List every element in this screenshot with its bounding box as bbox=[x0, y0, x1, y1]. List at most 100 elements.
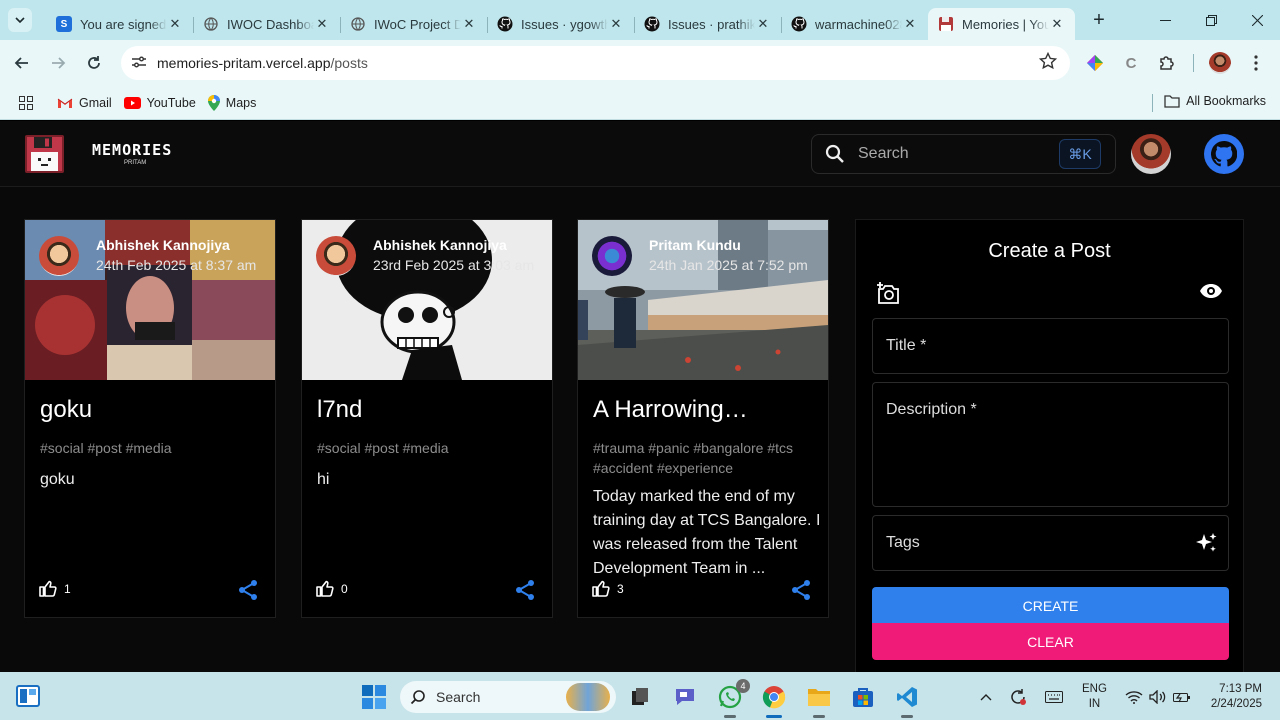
task-view-icon[interactable] bbox=[624, 681, 656, 713]
start-windows-icon[interactable] bbox=[362, 685, 386, 714]
title-field[interactable]: Title * bbox=[872, 318, 1229, 374]
lang-line2: IN bbox=[1088, 698, 1101, 710]
extensions-area: C bbox=[1077, 40, 1280, 86]
user-avatar[interactable] bbox=[1131, 134, 1171, 174]
close-tab-icon[interactable]: ✕ bbox=[1049, 16, 1065, 32]
like-button[interactable]: 0 bbox=[316, 580, 348, 597]
post-tags: #trauma #panic #bangalore #tcs #accident… bbox=[593, 440, 794, 476]
tags-label: Tags bbox=[886, 534, 920, 551]
microsoft-store-icon[interactable] bbox=[847, 681, 879, 713]
minimize-icon[interactable] bbox=[1142, 0, 1188, 40]
url-text: memories-pritam.vercel.app/posts bbox=[157, 55, 1026, 71]
share-icon[interactable] bbox=[514, 579, 536, 606]
search-input[interactable]: Search ⌘K bbox=[811, 134, 1116, 174]
close-tab-icon[interactable]: ✕ bbox=[167, 16, 183, 32]
bookmark-youtube[interactable]: YouTube bbox=[123, 96, 196, 110]
file-explorer-icon[interactable] bbox=[803, 681, 835, 718]
close-tab-icon[interactable]: ✕ bbox=[314, 16, 330, 32]
teams-chat-icon[interactable] bbox=[669, 681, 701, 713]
extension-c-icon[interactable]: C bbox=[1113, 45, 1149, 81]
close-tab-icon[interactable]: ✕ bbox=[608, 16, 624, 32]
tags-field[interactable]: Tags bbox=[872, 515, 1229, 571]
address-bar[interactable]: memories-pritam.vercel.app/posts bbox=[121, 46, 1070, 80]
site-info-icon[interactable] bbox=[121, 55, 157, 72]
github-button[interactable] bbox=[1204, 134, 1244, 174]
github-icon bbox=[497, 16, 513, 32]
bookmark-label: Maps bbox=[225, 95, 257, 110]
arrow-left-icon bbox=[14, 57, 28, 69]
running-indicator bbox=[813, 715, 825, 718]
github-icon bbox=[1211, 141, 1237, 167]
clear-button[interactable]: CLEAR bbox=[872, 623, 1229, 660]
sync-icon[interactable] bbox=[1002, 681, 1034, 713]
browser-tab[interactable]: Issues · prathik ✕ bbox=[634, 8, 781, 40]
browser-tab[interactable]: Issues · ygowtham ✕ bbox=[487, 8, 634, 40]
whatsapp-icon[interactable]: 4 bbox=[714, 679, 750, 718]
menu-kebab-icon[interactable] bbox=[1238, 45, 1274, 81]
github-icon bbox=[791, 16, 807, 32]
reload-button[interactable] bbox=[76, 45, 112, 81]
all-bookmarks-button[interactable]: All Bookmarks bbox=[1152, 94, 1266, 112]
floppy-disk-icon bbox=[938, 16, 954, 32]
memories-logo-icon[interactable] bbox=[25, 135, 64, 173]
close-tab-icon[interactable]: ✕ bbox=[755, 16, 771, 32]
create-post-heading: Create a Post bbox=[988, 240, 1111, 262]
battery-icon[interactable] bbox=[1166, 681, 1198, 713]
widgets-icon[interactable] bbox=[16, 685, 40, 712]
tab-search-button[interactable] bbox=[8, 8, 32, 32]
browser-tab[interactable]: IWOC Dashboard ✕ bbox=[193, 8, 340, 40]
extensions-puzzle-icon[interactable] bbox=[1149, 45, 1185, 81]
new-tab-button[interactable]: + bbox=[1085, 6, 1113, 34]
search-icon bbox=[400, 689, 436, 705]
arrow-right-icon bbox=[52, 57, 66, 69]
add-photo-icon[interactable] bbox=[876, 281, 902, 310]
preview-eye-icon[interactable] bbox=[1199, 283, 1223, 304]
like-button[interactable]: 1 bbox=[39, 580, 71, 597]
post-date: 24th Jan 2025 at 7:52 pm bbox=[649, 257, 808, 273]
chevron-up-icon[interactable] bbox=[970, 681, 1002, 713]
post-card[interactable]: Pritam Kundu 24th Jan 2025 at 7:52 pm A … bbox=[577, 219, 829, 618]
chrome-icon[interactable] bbox=[758, 681, 790, 718]
post-card[interactable]: Abhishek Kannojiya 24th Feb 2025 at 8:37… bbox=[24, 219, 276, 618]
vscode-icon[interactable] bbox=[891, 681, 923, 718]
author-avatar[interactable] bbox=[592, 236, 632, 276]
gmail-icon bbox=[57, 97, 73, 109]
bookmark-star-icon[interactable] bbox=[1026, 51, 1070, 75]
close-tab-icon[interactable]: ✕ bbox=[902, 16, 918, 32]
forward-button[interactable] bbox=[40, 45, 76, 81]
all-bookmarks-label: All Bookmarks bbox=[1186, 94, 1266, 108]
close-window-icon[interactable] bbox=[1234, 0, 1280, 40]
youtube-icon bbox=[123, 96, 141, 109]
browser-tab-active[interactable]: Memories | Your Personal Journal ✕ bbox=[928, 8, 1075, 40]
tab-title: warmachine028 bbox=[815, 16, 902, 32]
language-indicator[interactable]: ENG IN bbox=[1082, 682, 1107, 712]
bookmark-maps[interactable]: Maps bbox=[207, 94, 257, 111]
restore-icon[interactable] bbox=[1188, 0, 1234, 40]
keyboard-icon[interactable] bbox=[1038, 681, 1070, 713]
like-button[interactable]: 3 bbox=[592, 580, 624, 597]
back-button[interactable] bbox=[4, 45, 40, 81]
color-picker-extension-icon[interactable] bbox=[1077, 45, 1113, 81]
browser-tab[interactable]: warmachine028 ✕ bbox=[781, 8, 928, 40]
create-button[interactable]: CREATE bbox=[872, 587, 1229, 624]
taskbar-search[interactable]: Search bbox=[400, 681, 616, 713]
post-title: A Harrowing… bbox=[593, 396, 748, 423]
author-avatar[interactable] bbox=[316, 236, 356, 276]
system-clock[interactable]: 7:13 PM 2/24/2025 bbox=[1198, 682, 1262, 712]
author-avatar[interactable] bbox=[39, 236, 79, 276]
search-placeholder: Search bbox=[858, 145, 909, 162]
close-tab-icon[interactable]: ✕ bbox=[461, 16, 477, 32]
share-icon[interactable] bbox=[790, 579, 812, 606]
thumbs-up-icon bbox=[39, 580, 57, 597]
post-tags: #social #post #media bbox=[317, 440, 449, 456]
browser-tab[interactable]: IWoC Project Details ✕ bbox=[340, 8, 487, 40]
running-indicator bbox=[901, 715, 913, 718]
browser-tab[interactable]: S You are signed in ✕ bbox=[46, 8, 193, 40]
profile-avatar[interactable] bbox=[1202, 45, 1238, 81]
sparkle-ai-icon[interactable] bbox=[1194, 531, 1218, 560]
share-icon[interactable] bbox=[237, 579, 259, 606]
post-card[interactable]: Abhishek Kannojiya 23rd Feb 2025 at 3:03… bbox=[301, 219, 553, 618]
bookmark-gmail[interactable]: Gmail bbox=[57, 96, 112, 110]
description-field[interactable]: Description * bbox=[872, 382, 1229, 507]
apps-grid-icon[interactable] bbox=[19, 95, 33, 110]
